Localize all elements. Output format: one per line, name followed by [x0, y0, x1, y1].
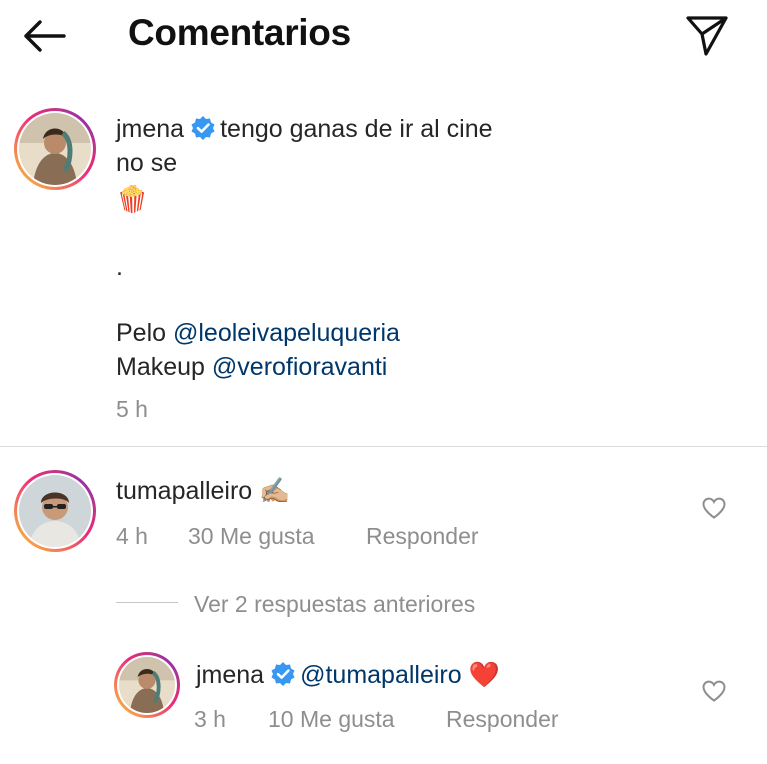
page-title: Comentarios	[128, 12, 351, 53]
makeup-mention-link[interactable]: @verofioravanti	[212, 353, 387, 381]
profile-photo-icon	[19, 113, 91, 185]
pelo-label: Pelo	[116, 319, 167, 347]
reply-likes-button[interactable]: 10 Me gusta	[268, 706, 395, 733]
reply-mention-link[interactable]: @tumapalleiro	[300, 661, 462, 689]
send-icon[interactable]	[684, 12, 730, 58]
comment-line: tumapalleiro ✍🏼	[116, 474, 290, 508]
verified-badge-icon	[271, 662, 295, 686]
replies-divider-line	[116, 602, 178, 603]
red-heart-emoji: ❤️	[468, 661, 500, 689]
reply-line: jmena @tumapalleiro ❤️	[196, 658, 500, 692]
caption-dot: .	[116, 253, 123, 281]
writing-hand-emoji: ✍🏼	[259, 477, 291, 505]
caption-text: tengo ganas de ir al cine	[220, 115, 493, 143]
comment-username[interactable]: tumapalleiro	[116, 477, 252, 505]
like-heart-icon[interactable]	[701, 496, 727, 520]
comment-reply-button[interactable]: Responder	[366, 523, 479, 550]
back-arrow-icon[interactable]	[20, 16, 68, 56]
reply-reply-button[interactable]: Responder	[446, 706, 559, 733]
caption-timestamp: 5 h	[116, 396, 148, 422]
caption-username[interactable]: jmena	[116, 115, 184, 143]
like-heart-icon[interactable]	[701, 679, 727, 703]
reply-username[interactable]: jmena	[196, 661, 264, 689]
caption-pelo-line: Pelo @leoleivapeluqueria	[116, 316, 400, 350]
profile-photo-icon	[119, 657, 175, 713]
avatar[interactable]	[14, 108, 96, 190]
verified-badge-icon	[191, 116, 215, 140]
reply-timestamp: 3 h	[194, 706, 226, 732]
header-bar: Comentarios	[0, 0, 767, 72]
view-replies-button[interactable]: Ver 2 respuestas anteriores	[194, 591, 475, 618]
profile-photo-icon	[19, 475, 91, 547]
popcorn-emoji: 🍿	[116, 184, 149, 214]
comment-timestamp: 4 h	[116, 523, 148, 549]
caption-makeup-line: Makeup @verofioravanti	[116, 350, 387, 384]
divider	[0, 446, 767, 447]
makeup-label: Makeup	[116, 353, 205, 381]
caption-line-2: no se	[116, 149, 178, 177]
comment-likes-button[interactable]: 30 Me gusta	[188, 523, 315, 550]
avatar[interactable]	[114, 652, 180, 718]
avatar[interactable]	[14, 470, 96, 552]
caption-line-1: jmena tengo ganas de ir al cine	[116, 112, 493, 146]
pelo-mention-link[interactable]: @leoleivapeluqueria	[173, 319, 400, 347]
